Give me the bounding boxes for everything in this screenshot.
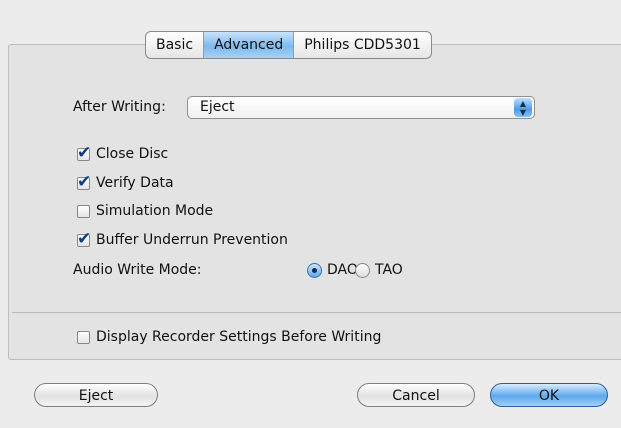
radio-dao-label: DAO [327, 262, 358, 278]
cancel-button[interactable]: Cancel [357, 383, 475, 407]
checkbox-checked-icon[interactable] [77, 172, 91, 192]
checkbox-unchecked-icon[interactable] [77, 330, 90, 344]
radio-unselected-icon[interactable] [355, 262, 370, 278]
verify-data-label: Verify Data [96, 175, 174, 191]
buffer-underrun-label: Buffer Underrun Prevention [96, 232, 288, 248]
tab-philips-cdd5301[interactable]: Philips CDD5301 [294, 32, 431, 58]
tab-advanced[interactable]: Advanced [204, 32, 295, 58]
after-writing-popup[interactable]: Eject ▲ ▼ [187, 96, 535, 119]
tab-bar: Basic Advanced Philips CDD5301 [145, 31, 432, 59]
checkbox-checked-icon[interactable] [77, 229, 91, 249]
close-disc-checkbox[interactable]: Close Disc [77, 143, 169, 163]
close-disc-label: Close Disc [96, 146, 169, 162]
checkbox-unchecked-icon[interactable] [77, 204, 90, 218]
radio-tao[interactable]: TAO [355, 262, 403, 278]
divider [12, 312, 621, 313]
tab-basic[interactable]: Basic [146, 32, 205, 58]
updown-arrows-icon: ▲ ▼ [514, 98, 532, 117]
checkbox-checked-icon[interactable] [77, 143, 91, 163]
verify-data-checkbox[interactable]: Verify Data [77, 172, 174, 192]
ok-button[interactable]: OK [490, 383, 608, 407]
display-recorder-settings-label: Display Recorder Settings Before Writing [96, 329, 382, 345]
eject-button[interactable]: Eject [34, 383, 158, 407]
buffer-underrun-checkbox[interactable]: Buffer Underrun Prevention [77, 229, 288, 249]
simulation-mode-label: Simulation Mode [96, 203, 214, 219]
radio-selected-icon[interactable] [307, 262, 322, 278]
radio-dao[interactable]: DAO [307, 262, 358, 278]
after-writing-value: Eject [200, 99, 235, 115]
simulation-mode-checkbox[interactable]: Simulation Mode [77, 203, 213, 219]
after-writing-label: After Writing: [73, 99, 166, 115]
audio-write-mode-label: Audio Write Mode: [73, 262, 202, 278]
radio-tao-label: TAO [375, 262, 403, 278]
display-recorder-settings-checkbox[interactable]: Display Recorder Settings Before Writing [77, 329, 381, 345]
